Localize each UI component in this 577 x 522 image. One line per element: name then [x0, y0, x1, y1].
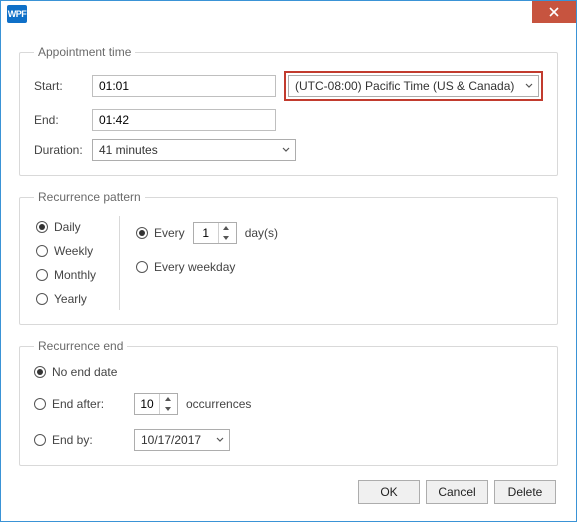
end-label: End: — [34, 113, 92, 127]
radio-icon — [36, 221, 48, 233]
radio-monthly[interactable]: Monthly — [36, 268, 119, 282]
close-button[interactable] — [532, 1, 576, 23]
radio-icon — [136, 227, 148, 239]
timezone-combo[interactable]: (UTC-08:00) Pacific Time (US & Canada) — [288, 75, 539, 97]
recurrence-end-legend: Recurrence end — [34, 339, 127, 353]
days-spinner[interactable] — [193, 222, 237, 244]
duration-combo[interactable]: 41 minutes — [92, 139, 296, 161]
radio-no-end-date[interactable]: No end date — [34, 365, 543, 379]
ok-button[interactable]: OK — [358, 480, 420, 504]
radio-icon — [36, 245, 48, 257]
radio-icon — [34, 398, 46, 410]
dialog-footer: OK Cancel Delete — [19, 480, 558, 504]
appointment-time-group: Appointment time Start: (UTC-08:00) Paci… — [19, 45, 558, 176]
radio-yearly[interactable]: Yearly — [36, 292, 119, 306]
cancel-button[interactable]: Cancel — [426, 480, 488, 504]
title-bar: WPF — [1, 1, 576, 29]
end-time-input[interactable] — [92, 109, 276, 131]
radio-icon — [34, 434, 46, 446]
occurrences-spinner-input[interactable] — [135, 397, 159, 411]
radio-end-after[interactable]: End after: — [34, 397, 134, 411]
radio-every-weekday[interactable]: Every weekday — [136, 260, 278, 274]
dialog-window: WPF Appointment time Start: (UTC-08:00) … — [0, 0, 577, 522]
radio-weekly[interactable]: Weekly — [36, 244, 119, 258]
end-by-date-value: 10/17/2017 — [141, 433, 201, 447]
spinner-up[interactable] — [160, 394, 175, 404]
dialog-body: Appointment time Start: (UTC-08:00) Paci… — [1, 29, 576, 518]
radio-every-n-days[interactable]: Every day(s) — [136, 222, 278, 244]
radio-icon — [34, 366, 46, 378]
radio-label: Yearly — [54, 292, 87, 306]
radio-label: No end date — [52, 365, 117, 379]
radio-daily[interactable]: Daily — [36, 220, 119, 234]
duration-label: Duration: — [34, 143, 92, 157]
frequency-options: Every day(s) Every weekday — [120, 216, 278, 310]
timezone-value: (UTC-08:00) Pacific Time (US & Canada) — [295, 79, 514, 93]
app-icon: WPF — [7, 5, 27, 23]
radio-icon — [36, 269, 48, 281]
radio-icon — [136, 261, 148, 273]
radio-label: Weekly — [54, 244, 93, 258]
every-label: Every — [154, 226, 185, 240]
timezone-highlight: (UTC-08:00) Pacific Time (US & Canada) — [284, 71, 543, 101]
duration-value: 41 minutes — [99, 143, 158, 157]
start-time-input[interactable] — [92, 75, 276, 97]
appointment-time-legend: Appointment time — [34, 45, 135, 59]
radio-label: Every weekday — [154, 260, 235, 274]
recurrence-end-group: Recurrence end No end date End after: — [19, 339, 558, 466]
delete-button[interactable]: Delete — [494, 480, 556, 504]
radio-end-by[interactable]: End by: — [34, 433, 134, 447]
occurrences-label: occurrences — [186, 397, 251, 411]
chevron-down-icon — [520, 76, 538, 96]
frequency-list: Daily Weekly Monthly Yearly — [34, 216, 120, 310]
radio-label: End by: — [52, 433, 93, 447]
spinner-down[interactable] — [160, 404, 175, 414]
end-by-date-combo[interactable]: 10/17/2017 — [134, 429, 230, 451]
recurrence-pattern-group: Recurrence pattern Daily Weekly Monthly … — [19, 190, 558, 325]
chevron-down-icon — [277, 140, 295, 160]
start-label: Start: — [34, 79, 92, 93]
occurrences-spinner[interactable] — [134, 393, 178, 415]
spinner-down[interactable] — [219, 233, 234, 243]
spinner-buttons — [159, 394, 175, 414]
radio-label: Daily — [54, 220, 81, 234]
chevron-down-icon — [211, 430, 229, 450]
radio-icon — [36, 293, 48, 305]
spinner-up[interactable] — [219, 223, 234, 233]
spinner-buttons — [218, 223, 234, 243]
recurrence-pattern-legend: Recurrence pattern — [34, 190, 145, 204]
days-spinner-input[interactable] — [194, 226, 218, 240]
radio-label: Monthly — [54, 268, 96, 282]
close-icon — [549, 7, 559, 17]
days-suffix-label: day(s) — [245, 226, 278, 240]
radio-label: End after: — [52, 397, 104, 411]
